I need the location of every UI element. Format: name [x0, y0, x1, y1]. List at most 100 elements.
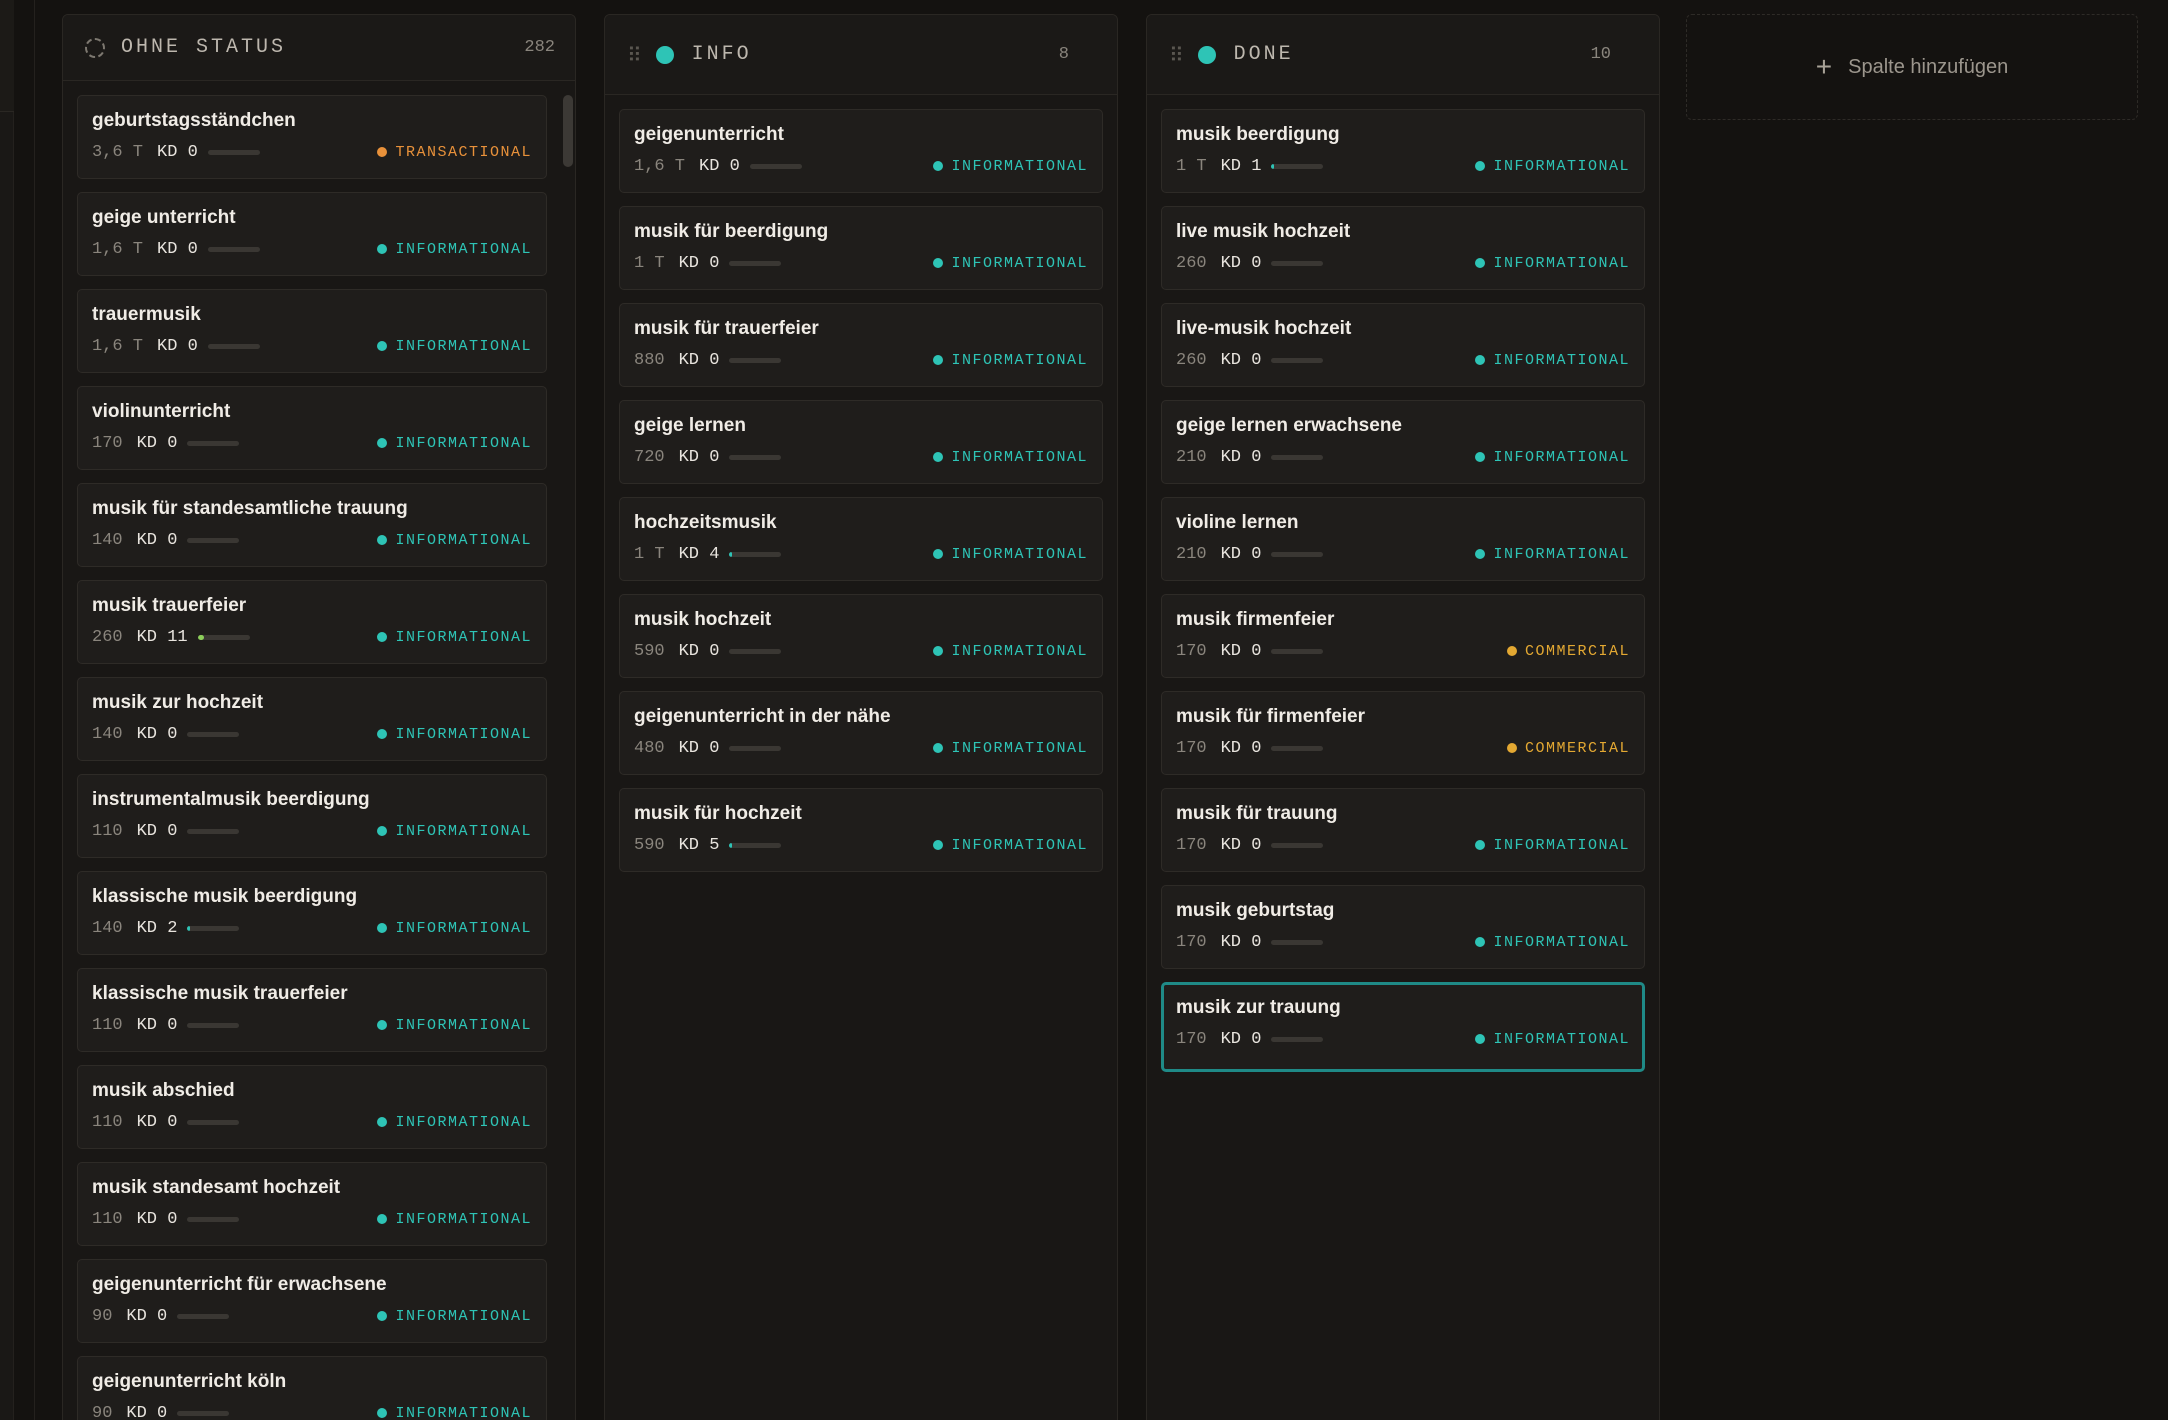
difficulty-bar	[1271, 260, 1324, 266]
keyword-card[interactable]: geige lernen erwachsene 210 KD 0 INFORMATIO…	[1161, 400, 1645, 484]
search-volume: 1 T	[634, 544, 665, 564]
column-header[interactable]: ⠿ INFO 8	[605, 15, 1117, 95]
keyword-card[interactable]: geige lernen 720 KD 0 INFORMATIONAL	[619, 400, 1103, 484]
search-volume: 170	[92, 433, 123, 453]
scrollbar-track[interactable]	[561, 81, 575, 1420]
column-header[interactable]: ⠿ DONE 10	[1147, 15, 1659, 95]
column-header[interactable]: OHNE STATUS 282	[63, 15, 575, 81]
intent-dot-icon	[933, 355, 944, 365]
keyword-card[interactable]: live-musik hochzeit 260 KD 0 INFORMATIONAL	[1161, 303, 1645, 387]
status-dot-icon	[655, 45, 674, 64]
keyword-card[interactable]: musik trauerfeier 260 KD 11 INFORMATIONAL	[77, 580, 547, 664]
intent-badge: INFORMATIONAL	[1475, 837, 1630, 854]
intent-badge: INFORMATIONAL	[377, 1017, 532, 1034]
search-volume: 590	[634, 835, 665, 855]
keyword-card[interactable]: musik für beerdigung 1 T KD 0 INFORMATIONAL	[619, 206, 1103, 290]
search-volume: 1,6 T	[92, 239, 144, 259]
intent-badge: INFORMATIONAL	[377, 629, 532, 646]
keyword-card[interactable]: musik geburtstag 170 KD 0 INFORMATIONAL	[1161, 885, 1645, 969]
intent-label: INFORMATIONAL	[395, 1307, 532, 1325]
keyword-card[interactable]: geigenunterricht in der nähe 480 KD 0 INFOR…	[619, 691, 1103, 775]
difficulty-bar	[729, 260, 782, 266]
search-volume: 110	[92, 1112, 123, 1132]
difficulty-bar	[729, 648, 782, 654]
intent-dot-icon	[377, 1214, 388, 1224]
keyword-card[interactable]: klassische musik trauerfeier 110 KD 0 INFOR…	[77, 968, 547, 1052]
difficulty-bar	[729, 745, 782, 751]
plus-icon: +	[1815, 51, 1833, 82]
keyword-card[interactable]: musik firmenfeier 170 KD 0 COMMERCIAL	[1161, 594, 1645, 678]
intent-badge: INFORMATIONAL	[1475, 255, 1630, 272]
column-done: ⠿ DONE 10 musik beerdigung 1 T KD 1 INFORMA…	[1146, 14, 1660, 1420]
keyword-difficulty: KD 1	[1220, 156, 1262, 176]
intent-dot-icon	[377, 1020, 388, 1030]
keyword-meta: 1 T KD 0 INFORMATIONAL	[634, 253, 1088, 273]
keyword-card[interactable]: geburtstagsständchen 3,6 T KD 0 TRANSACTION…	[77, 95, 547, 179]
intent-label: INFORMATIONAL	[951, 545, 1088, 563]
difficulty-bar	[197, 634, 250, 640]
add-column-button[interactable]: + Spalte hinzufügen	[1686, 14, 2138, 120]
keyword-card[interactable]: musik zur hochzeit 140 KD 0 INFORMATIONAL	[77, 677, 547, 761]
intent-badge: INFORMATIONAL	[1475, 934, 1630, 951]
intent-dot-icon	[377, 826, 388, 836]
keyword-card[interactable]: geigenunterricht 1,6 T KD 0 INFORMATIONAL	[619, 109, 1103, 193]
intent-badge: COMMERCIAL	[1506, 643, 1630, 660]
keyword-title: musik abschied	[92, 1080, 235, 1101]
intent-label: INFORMATIONAL	[1493, 933, 1630, 951]
keyword-card[interactable]: geigenunterricht für erwachsene 90 KD 0 INF…	[77, 1259, 547, 1343]
drag-handle-icon[interactable]: ⠿	[627, 43, 642, 67]
keyword-card[interactable]: live musik hochzeit 260 KD 0 INFORMATIONAL	[1161, 206, 1645, 290]
intent-badge: INFORMATIONAL	[377, 920, 532, 937]
keyword-title: geigenunterricht für erwachsene	[92, 1274, 387, 1295]
difficulty-bar	[207, 149, 260, 155]
difficulty-bar	[729, 454, 782, 460]
intent-label: INFORMATIONAL	[1493, 351, 1630, 369]
keyword-card[interactable]: musik für standesamtliche trauung 140 KD 0…	[77, 483, 547, 567]
scrollbar-thumb[interactable]	[563, 95, 573, 167]
keyword-card[interactable]: trauermusik 1,6 T KD 0 INFORMATIONAL	[77, 289, 547, 373]
keyword-card[interactable]: hochzeitsmusik 1 T KD 4 INFORMATIONAL	[619, 497, 1103, 581]
drag-handle-icon[interactable]: ⠿	[1169, 43, 1184, 67]
keyword-card[interactable]: musik beerdigung 1 T KD 1 INFORMATIONAL	[1161, 109, 1645, 193]
keyword-difficulty: KD 0	[1220, 641, 1262, 661]
card-list: musik beerdigung 1 T KD 1 INFORMATIONAL live…	[1147, 95, 1659, 1072]
keyword-meta: 260 KD 11 INFORMATIONAL	[92, 627, 532, 647]
keyword-card[interactable]: musik standesamt hochzeit 110 KD 0 INFORMAT…	[77, 1162, 547, 1246]
keyword-card[interactable]: violine lernen 210 KD 0 INFORMATIONAL	[1161, 497, 1645, 581]
keyword-meta: 140 KD 0 INFORMATIONAL	[92, 724, 532, 744]
keyword-card[interactable]: musik für firmenfeier 170 KD 0 COMMERCIAL	[1161, 691, 1645, 775]
status-dot-icon	[1197, 45, 1216, 64]
keyword-card[interactable]: violinunterricht 170 KD 0 INFORMATIONAL	[77, 386, 547, 470]
keyword-title: geigenunterricht in der nähe	[634, 706, 891, 727]
search-volume: 170	[1176, 932, 1207, 952]
keyword-card[interactable]: musik abschied 110 KD 0 INFORMATIONAL	[77, 1065, 547, 1149]
keyword-card[interactable]: geige unterricht 1,6 T KD 0 INFORMATIONAL	[77, 192, 547, 276]
intent-label: INFORMATIONAL	[951, 642, 1088, 660]
keyword-card[interactable]: musik für trauerfeier 880 KD 0 INFORMATIONA…	[619, 303, 1103, 387]
search-volume: 110	[92, 1015, 123, 1035]
difficulty-bar	[187, 1022, 240, 1028]
search-volume: 170	[1176, 835, 1207, 855]
search-volume: 140	[92, 530, 123, 550]
keyword-difficulty: KD 0	[1220, 447, 1262, 467]
keyword-card[interactable]: musik für hochzeit 590 KD 5 INFORMATIONAL	[619, 788, 1103, 872]
keyword-card[interactable]: musik zur trauung 170 KD 0 INFORMATIONAL	[1161, 982, 1645, 1072]
intent-badge: INFORMATIONAL	[933, 255, 1088, 272]
keyword-card[interactable]: musik für trauung 170 KD 0 INFORMATIONAL	[1161, 788, 1645, 872]
keyword-meta: 170 KD 0 COMMERCIAL	[1176, 738, 1630, 758]
keyword-title: musik zur trauung	[1176, 997, 1341, 1018]
keyword-difficulty: KD 0	[136, 433, 178, 453]
keyword-card[interactable]: geigenunterricht köln 90 KD 0 INFORMATIONAL	[77, 1356, 547, 1420]
keyword-card[interactable]: instrumentalmusik beerdigung 110 KD 0 INFOR…	[77, 774, 547, 858]
keyword-meta: 480 KD 0 INFORMATIONAL	[634, 738, 1088, 758]
keyword-card[interactable]: musik hochzeit 590 KD 0 INFORMATIONAL	[619, 594, 1103, 678]
intent-dot-icon	[377, 1408, 388, 1418]
keyword-card[interactable]: klassische musik beerdigung 140 KD 2 INFORM…	[77, 871, 547, 955]
intent-dot-icon	[377, 244, 388, 254]
intent-badge: INFORMATIONAL	[933, 546, 1088, 563]
search-volume: 260	[92, 627, 123, 647]
intent-dot-icon	[933, 258, 944, 268]
keyword-title: hochzeitsmusik	[634, 512, 777, 533]
keyword-title: geburtstagsständchen	[92, 110, 296, 131]
keyword-meta: 590 KD 5 INFORMATIONAL	[634, 835, 1088, 855]
